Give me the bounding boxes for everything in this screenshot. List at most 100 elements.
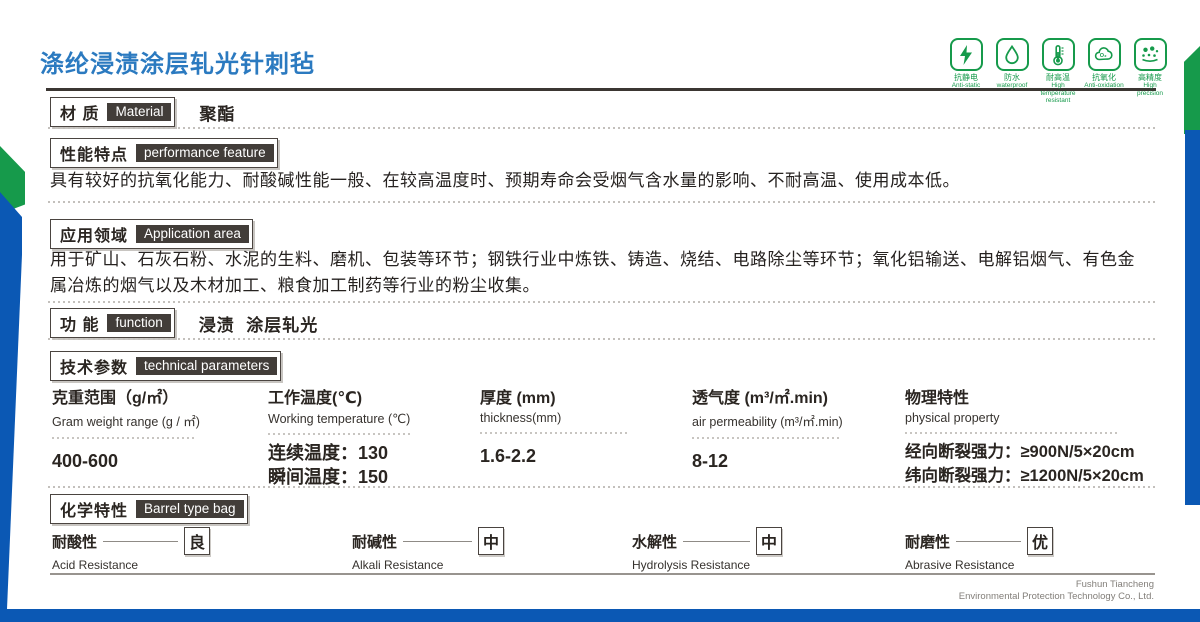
- divider-dotted: [48, 301, 1155, 303]
- tech-value: 经向断裂强力：≥900N/5×20cm: [905, 440, 1144, 464]
- material-value: 聚酯: [199, 100, 235, 125]
- tech-value: 1.6-2.2: [480, 444, 630, 468]
- tech-header-en: Working temperature (℃): [268, 411, 413, 426]
- tech-header-en: thickness(mm): [480, 411, 630, 425]
- chem-rating-box: 中: [756, 527, 782, 555]
- performance-text: 具有较好的抗氧化能力、耐酸碱性能一般、在较高温度时、预期寿命会受烟气含水量的影响…: [50, 168, 1150, 194]
- section-technical: 技术参数 technical parameters: [50, 351, 281, 381]
- tech-col-air-permeability: 透气度 (m³/㎡.min) air permeability (m³/㎡.mi…: [692, 384, 843, 473]
- badge-high-precision: 高精度 High precision: [1130, 38, 1170, 105]
- badge-label-en: High precision: [1130, 82, 1170, 97]
- tech-header-zh: 厚度 (mm): [480, 384, 630, 408]
- tech-dotted-underline: [905, 432, 1117, 434]
- section-chemical: 化学特性 Barrel type bag: [50, 494, 248, 524]
- tech-value: 400-600: [52, 449, 200, 473]
- chem-label-zh: 耐酸性: [52, 531, 97, 552]
- chem-connector-line: [403, 541, 472, 542]
- chem-connector-line: [956, 541, 1021, 542]
- chem-rating-box: 良: [184, 527, 210, 555]
- tech-col-thickness: 厚度 (mm) thickness(mm) 1.6-2.2: [480, 384, 630, 468]
- chem-label-en: Alkali Resistance: [352, 558, 504, 572]
- lightning-icon: [950, 38, 983, 71]
- left-blue-ribbon: [0, 192, 22, 609]
- tech-dotted-underline: [480, 432, 630, 434]
- badge-anti-static: 抗静电 Anti-static: [946, 38, 986, 105]
- right-green-ribbon: [1184, 46, 1200, 134]
- thermometer-icon: [1042, 38, 1075, 71]
- divider-dotted: [48, 127, 1155, 129]
- function-label-en: function: [107, 314, 170, 332]
- badge-label-zh: 高精度: [1138, 73, 1162, 82]
- chem-rating-box: 中: [478, 527, 504, 555]
- badge-label-zh: 耐高温: [1046, 73, 1070, 82]
- right-blue-ribbon: [1185, 130, 1200, 505]
- material-label-pill: 材 质 Material: [50, 97, 175, 127]
- section-performance: 性能特点 performance feature: [50, 138, 278, 168]
- tech-dotted-underline: [692, 437, 842, 439]
- precision-dots-icon: [1134, 38, 1167, 71]
- function-label-zh: 功 能: [60, 311, 99, 335]
- tech-header-zh: 克重范围（g/㎡）: [52, 384, 200, 408]
- divider-dotted: [48, 201, 1155, 203]
- chem-label-zh: 耐碱性: [352, 531, 397, 552]
- application-label-zh: 应用领域: [60, 222, 128, 246]
- technical-label-en: technical parameters: [136, 357, 277, 375]
- tech-header-zh: 透气度 (m³/㎡.min): [692, 384, 843, 408]
- waterdrop-icon: [996, 38, 1029, 71]
- chem-connector-line: [683, 541, 750, 542]
- certification-badges: 抗静电 Anti-static 防水 waterproof: [946, 38, 1170, 105]
- tech-header-zh: 工作温度(℃): [268, 384, 413, 408]
- company-name-line1: Fushun Tiancheng: [959, 579, 1154, 591]
- svg-text:O₂: O₂: [1100, 53, 1107, 59]
- tech-col-working-temperature: 工作温度(℃) Working temperature (℃) 连续温度：130…: [268, 384, 413, 489]
- tech-header-en: air permeability (m³/㎡.min): [692, 411, 843, 430]
- badge-label-en: Anti-oxidation: [1084, 82, 1123, 90]
- tech-col-physical-property: 物理特性 physical property 经向断裂强力：≥900N/5×20…: [905, 384, 1144, 488]
- chemical-label-en: Barrel type bag: [136, 500, 244, 518]
- technical-label-zh: 技术参数: [60, 354, 128, 378]
- chemical-label-zh: 化学特性: [60, 497, 128, 521]
- chem-label-zh: 水解性: [632, 531, 677, 552]
- tech-header-en: physical property: [905, 411, 1144, 425]
- section-application: 应用领域 Application area: [50, 219, 253, 249]
- technical-label-pill: 技术参数 technical parameters: [50, 351, 281, 381]
- badge-anti-oxidation: O₂ 抗氧化 Anti-oxidation: [1084, 38, 1124, 105]
- divider-dotted: [48, 486, 1155, 488]
- function-value: 浸渍 涂层轧光: [199, 311, 318, 336]
- tech-col-gram-weight: 克重范围（g/㎡） Gram weight range (g / ㎡) 400-…: [52, 384, 200, 473]
- application-label-en: Application area: [136, 225, 249, 243]
- performance-label-en: performance feature: [136, 144, 274, 162]
- bottom-blue-band: [0, 609, 1200, 622]
- page-title: 涤纶浸渍涂层轧光针刺毡: [40, 44, 315, 79]
- badge-waterproof: 防水 waterproof: [992, 38, 1032, 105]
- chem-item-alkali: 耐碱性 中 Alkali Resistance: [352, 527, 504, 572]
- chem-label-en: Hydrolysis Resistance: [632, 558, 782, 572]
- tech-value: 连续温度：130: [268, 441, 413, 465]
- chemical-label-pill: 化学特性 Barrel type bag: [50, 494, 248, 524]
- chem-label-zh: 耐磨性: [905, 531, 950, 552]
- application-label-pill: 应用领域 Application area: [50, 219, 253, 249]
- function-label-pill: 功 能 function: [50, 308, 175, 338]
- performance-label-pill: 性能特点 performance feature: [50, 138, 278, 168]
- chem-label-en: Acid Resistance: [52, 558, 210, 572]
- tech-dotted-underline: [52, 437, 197, 439]
- tech-value: 纬向断裂强力：≥1200N/5×20cm: [905, 464, 1144, 488]
- tech-header-en: Gram weight range (g / ㎡): [52, 411, 200, 430]
- chem-rating-box: 优: [1027, 527, 1053, 555]
- section-material: 材 质 Material 聚酯: [50, 97, 235, 127]
- chem-label-en: Abrasive Resistance: [905, 558, 1053, 572]
- tech-header-zh: 物理特性: [905, 384, 1144, 408]
- chem-item-abrasive: 耐磨性 优 Abrasive Resistance: [905, 527, 1053, 572]
- chem-connector-line: [103, 541, 178, 542]
- chem-item-hydrolysis: 水解性 中 Hydrolysis Resistance: [632, 527, 782, 572]
- badge-label-en: Anti-static: [952, 82, 981, 90]
- material-label-en: Material: [107, 103, 171, 121]
- badge-label-zh: 防水: [1004, 73, 1020, 82]
- datasheet-page: 涤纶浸渍涂层轧光针刺毡 抗静电 Anti-static 防水 waterproo…: [0, 0, 1200, 622]
- badge-label-en: waterproof: [997, 82, 1028, 90]
- tech-value: 8-12: [692, 449, 843, 473]
- footer-divider: [50, 573, 1155, 575]
- section-function: 功 能 function 浸渍 涂层轧光: [50, 308, 318, 338]
- badge-high-temperature: 耐高温 High temperature resistant: [1038, 38, 1078, 105]
- tech-dotted-underline: [268, 433, 413, 435]
